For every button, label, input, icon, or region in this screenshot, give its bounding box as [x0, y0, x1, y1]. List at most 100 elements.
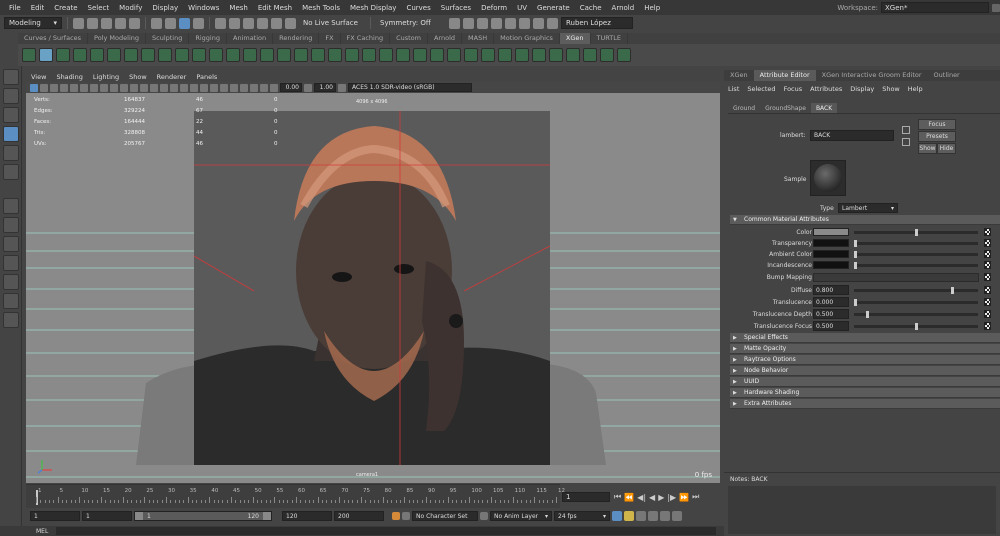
last-tool-icon[interactable]: [3, 198, 19, 214]
shelf-tab-curves[interactable]: Curves / Surfaces: [18, 33, 89, 44]
output-connections-icon[interactable]: [902, 138, 910, 146]
xgen-density-icon[interactable]: [294, 48, 308, 62]
perspective-viewport[interactable]: 4096 x 4096 Verts: 164837 46 0 Edges: 32…: [26, 93, 720, 483]
ae-menu-show[interactable]: Show: [878, 85, 904, 93]
viewport-menu-view[interactable]: View: [26, 73, 51, 81]
xgen-modifier-icon[interactable]: [566, 48, 580, 62]
go-to-end-icon[interactable]: ⏭: [692, 492, 699, 502]
snap-view-icon[interactable]: [271, 17, 282, 29]
ae-menu-attributes[interactable]: Attributes: [806, 85, 846, 93]
incandescence-swatch[interactable]: [813, 261, 849, 269]
grid-icon[interactable]: [70, 83, 78, 92]
select-camera-icon[interactable]: [30, 83, 38, 92]
incandescence-slider[interactable]: [854, 262, 978, 269]
menu-display[interactable]: Display: [147, 4, 183, 12]
search-icon[interactable]: [3, 312, 19, 328]
translucence-field[interactable]: 0.000: [813, 297, 849, 307]
step-back-key-icon[interactable]: ⏪: [624, 493, 634, 502]
select-tool-icon[interactable]: [3, 69, 19, 85]
image-plane-icon[interactable]: [60, 83, 68, 92]
xgen-library-icon[interactable]: [56, 48, 70, 62]
xgen-twist-icon[interactable]: [362, 48, 376, 62]
xgen-settings-icon[interactable]: [617, 48, 631, 62]
move-tool-icon[interactable]: [3, 126, 19, 142]
select-object-icon[interactable]: [165, 17, 176, 29]
shelf-tab-animation[interactable]: Animation: [227, 33, 274, 44]
section-raytrace-options[interactable]: Raytrace Options: [730, 355, 1000, 365]
xgen-tube-icon[interactable]: [481, 48, 495, 62]
color-slider[interactable]: [854, 229, 978, 236]
xgen-clump-icon[interactable]: [226, 48, 240, 62]
transparency-slider[interactable]: [854, 240, 978, 247]
xgen-import-icon[interactable]: [515, 48, 529, 62]
presets-button[interactable]: Presets: [918, 131, 956, 142]
xgen-convert-icon[interactable]: [583, 48, 597, 62]
slider-knob[interactable]: [854, 262, 857, 269]
section-uuid[interactable]: UUID: [730, 377, 1000, 387]
film-gate-icon[interactable]: [80, 83, 88, 92]
menu-surfaces[interactable]: Surfaces: [436, 4, 476, 12]
undo-icon[interactable]: [115, 17, 126, 29]
live-surface-field[interactable]: No Live Surface: [299, 17, 365, 29]
xgen-delete-icon[interactable]: [600, 48, 614, 62]
bump-mapping-field[interactable]: [813, 273, 979, 282]
ae-menu-list[interactable]: List: [724, 85, 743, 93]
shelf-tab-mash[interactable]: MASH: [462, 33, 495, 44]
ambient-slider[interactable]: [854, 251, 978, 258]
xgen-mirror-icon[interactable]: [413, 48, 427, 62]
mel-label[interactable]: MEL: [36, 528, 48, 535]
viewport-menu-lighting[interactable]: Lighting: [88, 73, 124, 81]
xgen-select-icon[interactable]: [328, 48, 342, 62]
bookmark-icon[interactable]: [50, 83, 58, 92]
select-hierarchy-icon[interactable]: [151, 17, 162, 29]
safe-title-icon[interactable]: [130, 83, 138, 92]
ipr-render-icon[interactable]: [491, 17, 502, 29]
section-matte-opacity[interactable]: Matte Opacity: [730, 344, 1000, 354]
smooth-shade-icon[interactable]: [150, 83, 158, 92]
section-common-material-attributes[interactable]: Common Material Attributes: [730, 215, 1000, 225]
color-swatch[interactable]: [813, 228, 849, 236]
xgen-grab-icon[interactable]: [345, 48, 359, 62]
section-node-behavior[interactable]: Node Behavior: [730, 366, 1000, 376]
menu-create[interactable]: Create: [49, 4, 82, 12]
xgen-brush-icon[interactable]: [141, 48, 155, 62]
workspace-dropdown[interactable]: XGen*: [881, 2, 989, 13]
safe-action-icon[interactable]: [120, 83, 128, 92]
ambient-occlusion-icon[interactable]: [200, 83, 208, 92]
range-slider[interactable]: 1 120: [134, 511, 272, 521]
xgen-smooth-icon[interactable]: [260, 48, 274, 62]
tab-xgen-groom-editor[interactable]: XGen Interactive Groom Editor: [816, 70, 928, 81]
diffuse-field[interactable]: 0.800: [813, 285, 849, 295]
map-button-icon[interactable]: [984, 322, 991, 330]
camera-attributes-icon[interactable]: [40, 83, 48, 92]
map-button-icon[interactable]: [984, 250, 991, 258]
notes-textarea[interactable]: [728, 486, 996, 534]
xgen-scale-icon[interactable]: [464, 48, 478, 62]
workspace-lock-icon[interactable]: [992, 3, 1000, 12]
cache-icon[interactable]: [672, 511, 682, 521]
step-forward-frame-icon[interactable]: |▶: [667, 493, 676, 502]
shelf-tab-poly[interactable]: Poly Modeling: [88, 33, 146, 44]
save-scene-icon[interactable]: [101, 17, 112, 29]
fps-dropdown[interactable]: 24 fps ▾: [554, 511, 610, 521]
node-tab-ground[interactable]: Ground: [728, 103, 760, 113]
slider-knob[interactable]: [950, 287, 954, 294]
xgen-repel-icon[interactable]: [396, 48, 410, 62]
menuset-dropdown[interactable]: Modeling ▾: [4, 17, 62, 29]
shelf-tab-xgen[interactable]: XGen: [559, 33, 591, 44]
play-backwards-icon[interactable]: ◀: [649, 493, 655, 502]
new-scene-icon[interactable]: [73, 17, 84, 29]
depth-of-field-icon[interactable]: [230, 83, 238, 92]
menu-file[interactable]: File: [4, 4, 26, 12]
xray-joints-icon[interactable]: [260, 83, 268, 92]
character-set-dropdown[interactable]: No Character Set: [412, 511, 478, 521]
xgen-create-description-icon[interactable]: [39, 48, 53, 62]
map-button-icon[interactable]: [984, 286, 991, 294]
grease-pencil-icon[interactable]: [636, 511, 646, 521]
loop-icon[interactable]: [612, 511, 622, 521]
viewport-menu-panels[interactable]: Panels: [191, 73, 222, 81]
command-input[interactable]: [56, 527, 717, 535]
translucence-focus-field[interactable]: 0.500: [813, 321, 849, 331]
transparency-swatch[interactable]: [813, 239, 849, 247]
translucence-depth-slider[interactable]: [854, 311, 978, 318]
